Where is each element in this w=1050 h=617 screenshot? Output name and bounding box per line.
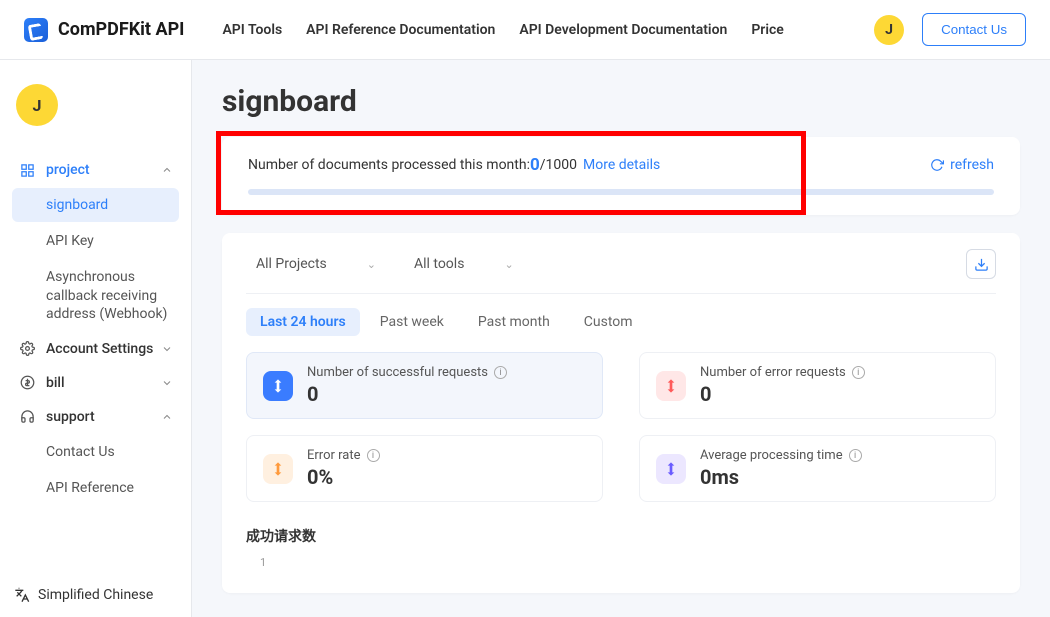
info-icon[interactable]: i	[367, 449, 380, 462]
sidebar-item-contactus[interactable]: Contact Us	[12, 435, 179, 469]
info-icon[interactable]: i	[494, 366, 507, 379]
download-icon	[974, 257, 989, 272]
stat-avg: Average processing time i 0ms	[639, 435, 996, 502]
tab-custom[interactable]: Custom	[570, 308, 647, 336]
sidebar-item-webhook[interactable]: Asynchronous callback receiving address …	[12, 260, 179, 331]
project-select[interactable]: All Projects ⌄	[246, 250, 386, 278]
stat-success-value: 0	[307, 382, 507, 406]
tab-month[interactable]: Past month	[464, 308, 564, 336]
stat-rate-label: Error rate	[307, 448, 361, 463]
tool-select[interactable]: All tools ⌄	[404, 250, 524, 278]
swap-icon	[656, 454, 686, 484]
stat-error-value: 0	[700, 382, 865, 406]
top-nav: API Tools API Reference Documentation AP…	[222, 22, 874, 38]
stat-error-label: Number of error requests	[700, 365, 846, 380]
stat-avg-value: 0ms	[700, 465, 862, 489]
sidebar-avatar[interactable]: J	[16, 84, 58, 126]
swap-icon	[656, 371, 686, 401]
project-select-value: All Projects	[256, 256, 327, 272]
stat-rate-value: 0%	[307, 465, 380, 489]
chevron-up-icon	[161, 411, 173, 423]
headset-icon	[18, 409, 36, 424]
refresh-button[interactable]: refresh	[930, 157, 994, 173]
info-icon[interactable]: i	[849, 449, 862, 462]
download-button[interactable]	[966, 249, 996, 279]
tool-select-value: All tools	[414, 256, 464, 272]
time-tabs: Last 24 hours Past week Past month Custo…	[246, 308, 996, 336]
quota-prefix: Number of documents processed this month…	[248, 157, 530, 173]
sidebar-head-bill[interactable]: bill	[12, 367, 179, 399]
stat-avg-label: Average processing time	[700, 448, 843, 463]
nav-api-dev[interactable]: API Development Documentation	[519, 22, 727, 38]
sidebar-group-project: project signboard API Key Asynchronous c…	[12, 154, 179, 331]
quota-progress-bar	[248, 189, 994, 195]
sidebar-label-support: support	[46, 409, 95, 425]
nav-api-reference[interactable]: API Reference Documentation	[306, 22, 495, 38]
main-content: signboard Number of documents processed …	[192, 60, 1050, 617]
dollar-icon	[18, 375, 36, 390]
chevron-up-icon	[161, 164, 173, 176]
sidebar-head-account[interactable]: Account Settings	[12, 333, 179, 365]
brand-text: ComPDFKit API	[58, 19, 184, 40]
quota-total: 1000	[546, 157, 577, 173]
sidebar-item-apikey[interactable]: API Key	[12, 224, 179, 258]
gear-icon	[18, 341, 36, 356]
stat-success-label: Number of successful requests	[307, 365, 488, 380]
nav-api-tools[interactable]: API Tools	[222, 22, 282, 38]
sidebar-head-project[interactable]: project	[12, 154, 179, 186]
logo-icon	[24, 18, 48, 42]
sidebar: J project signboard API Key Asynchronous…	[0, 60, 192, 617]
stats-grid: Number of successful requests i 0 Number…	[246, 352, 996, 502]
quota-card: Number of documents processed this month…	[222, 137, 1020, 215]
refresh-label: refresh	[950, 157, 994, 173]
logo[interactable]: ComPDFKit API	[24, 18, 184, 42]
swap-icon	[263, 371, 293, 401]
page-title: signboard	[222, 84, 1020, 119]
stat-error: Number of error requests i 0	[639, 352, 996, 419]
stat-rate: Error rate i 0%	[246, 435, 603, 502]
tab-24h[interactable]: Last 24 hours	[246, 308, 360, 336]
nav-price[interactable]: Price	[751, 22, 784, 38]
translate-icon	[14, 587, 30, 603]
language-label: Simplified Chinese	[38, 587, 153, 603]
chart-title: 成功请求数	[246, 526, 996, 546]
sidebar-item-signboard[interactable]: signboard	[12, 188, 179, 222]
sidebar-head-support[interactable]: support	[12, 401, 179, 433]
sidebar-label-account: Account Settings	[46, 341, 153, 357]
header-avatar[interactable]: J	[874, 15, 904, 45]
info-icon[interactable]: i	[852, 366, 865, 379]
filter-row: All Projects ⌄ All tools ⌄	[246, 249, 996, 294]
chart-y-tick: 1	[260, 556, 996, 569]
swap-icon	[263, 454, 293, 484]
chevron-down-icon	[161, 343, 173, 355]
contact-us-button[interactable]: Contact Us	[922, 13, 1026, 46]
sidebar-label-bill: bill	[46, 375, 65, 391]
chevron-down-icon: ⌄	[367, 258, 376, 271]
refresh-icon	[930, 158, 944, 172]
language-selector[interactable]: Simplified Chinese	[14, 587, 153, 603]
stat-success: Number of successful requests i 0	[246, 352, 603, 419]
sidebar-item-apiref[interactable]: API Reference	[12, 471, 179, 505]
quota-used: 0	[530, 155, 540, 175]
stats-panel: All Projects ⌄ All tools ⌄ Last 24 hours…	[222, 233, 1020, 593]
grid-icon	[18, 163, 36, 178]
top-header: ComPDFKit API API Tools API Reference Do…	[0, 0, 1050, 60]
sidebar-label-project: project	[46, 162, 90, 178]
chevron-down-icon	[161, 377, 173, 389]
tab-week[interactable]: Past week	[366, 308, 458, 336]
more-details-link[interactable]: More details	[583, 157, 660, 173]
chevron-down-icon: ⌄	[504, 258, 513, 271]
